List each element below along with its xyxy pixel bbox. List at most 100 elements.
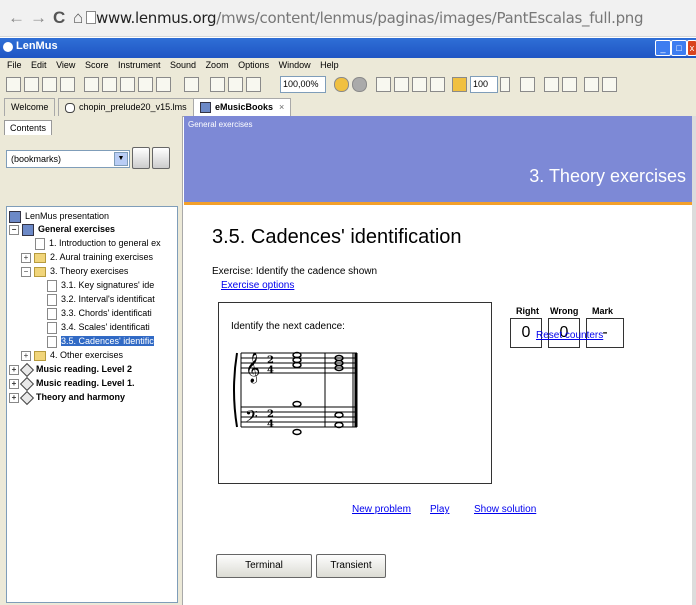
undo-icon[interactable]	[138, 77, 153, 92]
menu-window[interactable]: Window	[279, 60, 311, 70]
expand-icon[interactable]: +	[9, 378, 19, 389]
collapse-icon[interactable]: −	[9, 224, 19, 235]
bookmark-remove-icon[interactable]	[152, 147, 170, 169]
tree-item-selected[interactable]: 3.5. Cadences' identific	[47, 334, 154, 348]
play-icon[interactable]	[376, 77, 391, 92]
play-link[interactable]: Play	[430, 504, 449, 515]
page-next-icon[interactable]	[562, 77, 577, 92]
vertical-scrollbar[interactable]	[692, 116, 696, 605]
reload-icon[interactable]: C	[53, 8, 65, 28]
reset-counters-link[interactable]: Reset counters	[536, 330, 603, 341]
score-file-icon	[65, 102, 75, 113]
maximize-icon[interactable]: □	[671, 40, 687, 56]
zoom-in-icon[interactable]	[228, 77, 243, 92]
close-icon[interactable]: x	[687, 40, 696, 56]
bookmarks-select[interactable]: (bookmarks) ▼	[6, 150, 130, 168]
cut-icon[interactable]	[102, 77, 117, 92]
tempo-spinner-icon[interactable]	[500, 77, 510, 92]
tree-item[interactable]: + Music reading. Level 1.	[9, 376, 135, 391]
tab-contents[interactable]: Contents	[4, 120, 53, 135]
tree-item[interactable]: LenMus presentation	[9, 209, 109, 223]
tree-item[interactable]: + Theory and harmony	[9, 390, 125, 405]
bookmarks-select-value: (bookmarks)	[11, 154, 62, 164]
tree-item[interactable]: − General exercises	[9, 222, 115, 236]
tab-emusicbooks-label: eMusicBooks	[215, 102, 274, 112]
paste-icon[interactable]	[120, 77, 135, 92]
back-nav-icon[interactable]	[584, 77, 599, 92]
forward-arrow-icon[interactable]: →	[30, 8, 47, 28]
tab-close-icon[interactable]: ×	[279, 102, 284, 112]
treble-clef-icon: 𝄞	[245, 352, 260, 384]
url-path: /mws/content/lenmus/paginas/images/PantE…	[216, 9, 644, 27]
banner-title: 3. Theory exercises	[529, 166, 686, 186]
forward-nav-icon[interactable]	[602, 77, 617, 92]
back-arrow-icon[interactable]: ←	[8, 8, 25, 28]
tab-emusicbooks[interactable]: eMusicBooks ×	[193, 98, 292, 116]
stop-icon[interactable]	[412, 77, 427, 92]
tab-chopin-prelude[interactable]: chopin_prelude20_v15.lms	[58, 98, 194, 116]
expand-icon[interactable]: +	[9, 392, 19, 403]
banner-breadcrumb: General exercises	[188, 120, 253, 129]
tree-item[interactable]: +2. Aural training exercises	[21, 250, 153, 264]
tree-item-label: 4. Other exercises	[50, 350, 124, 360]
open-file-icon[interactable]	[24, 77, 39, 92]
tree-item[interactable]: +4. Other exercises	[21, 348, 123, 362]
home-icon[interactable]: ⌂	[73, 8, 83, 28]
new-problem-link[interactable]: New problem	[352, 504, 411, 515]
save-icon[interactable]	[42, 77, 57, 92]
url-field[interactable]: www.lenmus.org/mws/content/lenmus/pagina…	[96, 9, 644, 27]
expand-icon[interactable]: +	[21, 350, 31, 361]
print-icon[interactable]	[60, 77, 75, 92]
tree-item[interactable]: 3.4. Scales' identificati	[47, 320, 150, 334]
tree-item[interactable]: + Music reading. Level 2	[9, 362, 132, 377]
exercise-options-link[interactable]: Exercise options	[221, 280, 294, 291]
bookmark-add-icon[interactable]	[132, 147, 150, 169]
zoom-select[interactable]: 100,00%	[280, 76, 326, 93]
menu-edit[interactable]: Edit	[31, 60, 47, 70]
menu-score[interactable]: Score	[85, 60, 109, 70]
grid-icon[interactable]	[184, 77, 199, 92]
tree-item-label: 3.1. Key signatures' ide	[61, 280, 155, 290]
tree-item[interactable]: 3.2. Interval's identificat	[47, 292, 155, 306]
expand-icon[interactable]: +	[9, 364, 19, 375]
layout-icon[interactable]	[520, 77, 535, 92]
menu-options[interactable]: Options	[238, 60, 269, 70]
chevron-down-icon[interactable]: ▼	[114, 152, 128, 166]
right-header: Right	[516, 306, 539, 316]
app-title: LenMus	[16, 40, 58, 52]
tree-item[interactable]: 3.3. Chords' identificati	[47, 306, 152, 320]
redo-icon[interactable]	[156, 77, 171, 92]
tempo-input[interactable]: 100	[470, 76, 498, 93]
zoom-out-icon[interactable]	[246, 77, 261, 92]
tree-item[interactable]: 3.1. Key signatures' ide	[47, 278, 154, 292]
sound-icon[interactable]	[352, 77, 367, 92]
play-cursor-icon[interactable]	[394, 77, 409, 92]
expand-icon[interactable]: +	[21, 252, 31, 263]
transient-answer-button[interactable]: Transient	[316, 554, 386, 578]
tab-welcome[interactable]: Welcome	[4, 98, 56, 116]
terminal-answer-button[interactable]: Terminal	[216, 554, 312, 578]
pause-icon[interactable]	[430, 77, 445, 92]
minimize-icon[interactable]: _	[655, 40, 671, 56]
new-file-icon[interactable]	[6, 77, 21, 92]
tree-item[interactable]: 1. Introduction to general ex	[35, 236, 161, 250]
contents-panel: Contents (bookmarks) ▼ LenMus presentatio…	[0, 116, 183, 605]
metronome-icon[interactable]	[334, 77, 349, 92]
tab-welcome-label: Welcome	[11, 102, 49, 112]
page-icon	[47, 279, 57, 292]
collapse-icon[interactable]: −	[21, 266, 31, 277]
page-view-icon[interactable]	[210, 77, 225, 92]
menu-file[interactable]: File	[7, 60, 22, 70]
page-prev-icon[interactable]	[544, 77, 559, 92]
menu-instrument[interactable]: Instrument	[118, 60, 161, 70]
tree-item-label: Music reading. Level 1.	[36, 378, 135, 388]
page-icon	[35, 237, 45, 250]
menu-help[interactable]: Help	[320, 60, 339, 70]
menu-view[interactable]: View	[56, 60, 75, 70]
menu-sound[interactable]: Sound	[170, 60, 196, 70]
menu-zoom[interactable]: Zoom	[206, 60, 229, 70]
copy-icon[interactable]	[84, 77, 99, 92]
tree-item[interactable]: − 3. Theory exercises	[21, 264, 128, 278]
show-solution-link[interactable]: Show solution	[474, 504, 536, 515]
open-folder-icon	[34, 266, 46, 277]
